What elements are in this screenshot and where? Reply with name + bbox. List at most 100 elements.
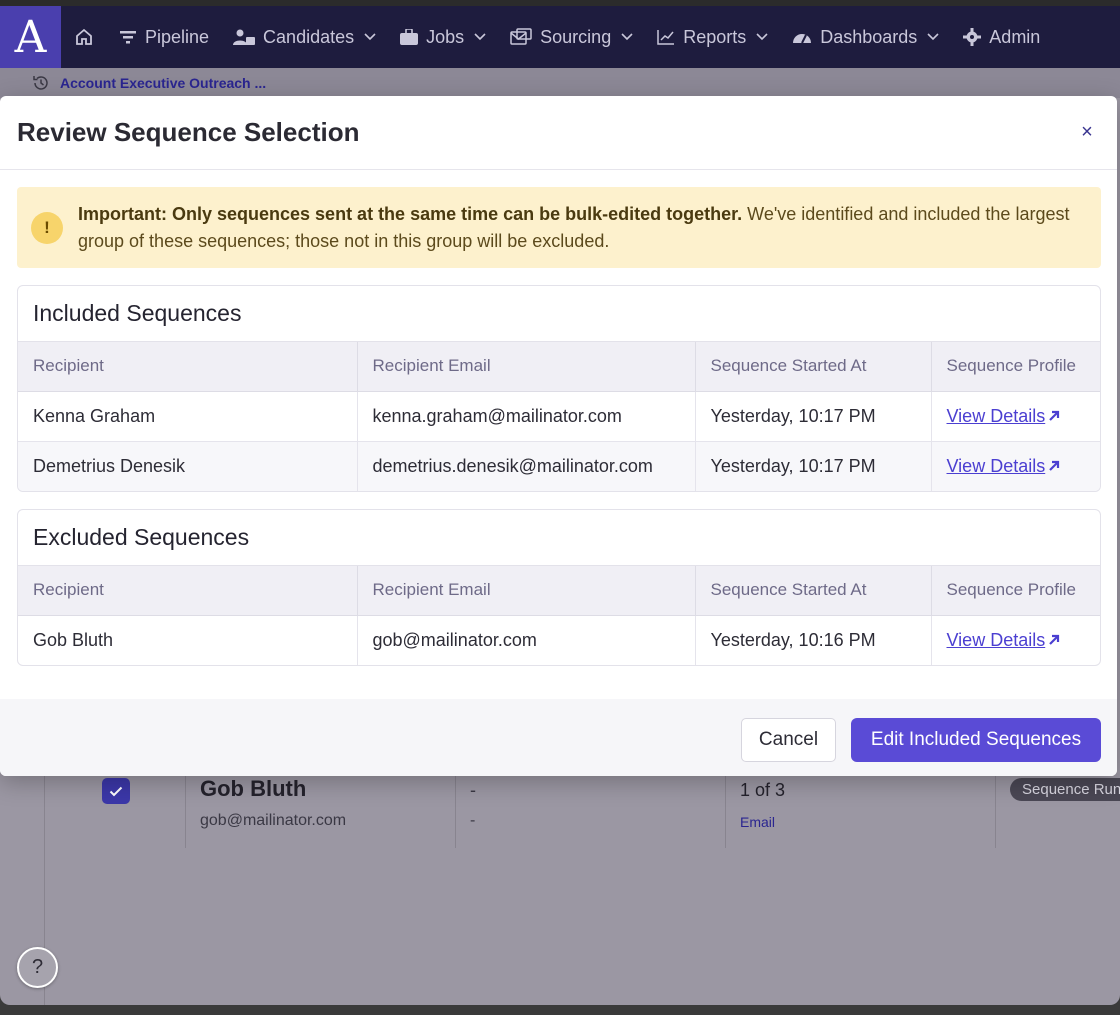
chevron-down-icon <box>621 33 633 41</box>
view-details-label: View Details <box>946 455 1046 476</box>
history-icon <box>33 76 48 90</box>
funnel-icon <box>120 31 136 44</box>
nav-home[interactable] <box>61 6 107 68</box>
column-header-started: Sequence Started At <box>695 566 932 616</box>
column-divider <box>455 770 456 848</box>
nav-sourcing[interactable]: Sourcing <box>498 6 645 68</box>
nav-reports-label: Reports <box>683 26 747 47</box>
close-icon[interactable]: × <box>1075 121 1099 144</box>
review-sequence-modal: Review Sequence Selection × ! Important:… <box>0 96 1117 776</box>
excluded-sequences-card: Excluded Sequences Recipient Recipient E… <box>17 509 1101 666</box>
background-recipient-name: Gob Bluth <box>200 776 307 801</box>
nav-dashboards-label: Dashboards <box>820 26 918 47</box>
home-icon <box>76 28 92 45</box>
profile-cell: View Details <box>931 391 1100 442</box>
nav-admin[interactable]: Admin <box>951 6 1052 68</box>
chevron-down-icon <box>474 33 486 41</box>
nav-pipeline-label: Pipeline <box>145 26 210 47</box>
top-navbar: A Pipeline Candidates Jobs Sourcing Repo… <box>0 6 1120 68</box>
view-details-link[interactable]: View Details <box>947 630 1062 651</box>
view-details-link[interactable]: View Details <box>947 406 1062 427</box>
column-header-profile: Sequence Profile <box>931 566 1100 616</box>
exclamation-icon: ! <box>31 211 63 244</box>
nav-sourcing-label: Sourcing <box>540 26 612 47</box>
nav-jobs[interactable]: Jobs <box>388 6 498 68</box>
nav-jobs-label: Jobs <box>426 26 465 47</box>
gauge-icon <box>793 34 812 44</box>
included-sequences-title: Included Sequences <box>18 286 1100 342</box>
table-header-row: Recipient Recipient Email Sequence Start… <box>18 566 1100 616</box>
breadcrumb-link[interactable]: Account Executive Outreach ... <box>60 75 266 91</box>
background-placeholder-value: - <box>470 812 476 829</box>
chevron-down-icon <box>364 33 376 41</box>
people-icon <box>233 29 256 45</box>
table-row: Demetrius Denesik demetrius.denesik@mail… <box>18 441 1100 491</box>
started-cell: Yesterday, 10:17 PM <box>695 391 932 442</box>
profile-cell: View Details <box>931 441 1100 491</box>
email-cell: kenna.graham@mailinator.com <box>357 391 696 442</box>
background-channel: Email <box>740 814 776 830</box>
started-cell: Yesterday, 10:17 PM <box>695 441 932 491</box>
profile-cell: View Details <box>931 615 1100 665</box>
column-header-email: Recipient Email <box>357 566 696 616</box>
sourcing-icon <box>510 28 532 45</box>
alert-message: Important: Only sequences sent at the sa… <box>78 201 1085 255</box>
column-header-started: Sequence Started At <box>695 342 932 392</box>
background-step-progress: 1 of 3 <box>740 780 786 800</box>
external-link-icon <box>1049 635 1060 646</box>
recipient-cell: Gob Bluth <box>18 615 358 665</box>
breadcrumb: Account Executive Outreach ... <box>0 68 1120 98</box>
view-details-label: View Details <box>946 405 1046 426</box>
column-header-recipient: Recipient <box>18 342 358 392</box>
column-divider <box>725 770 726 848</box>
included-sequences-card: Included Sequences Recipient Recipient E… <box>17 285 1101 492</box>
started-cell: Yesterday, 10:16 PM <box>695 615 932 665</box>
modal-footer: Cancel Edit Included Sequences <box>0 699 1117 776</box>
nav-reports[interactable]: Reports <box>645 6 780 68</box>
modal-title: Review Sequence Selection <box>17 117 360 147</box>
status-badge: Sequence Running <box>1010 778 1120 801</box>
column-divider <box>995 770 996 848</box>
view-details-label: View Details <box>946 629 1046 650</box>
chevron-down-icon <box>927 33 939 41</box>
gear-icon <box>963 28 982 46</box>
column-header-recipient: Recipient <box>18 566 358 616</box>
view-details-link[interactable]: View Details <box>947 456 1062 477</box>
warning-alert: ! Important: Only sequences sent at the … <box>17 187 1101 268</box>
nav-admin-label: Admin <box>989 26 1041 47</box>
background-table-row: Gob Bluth gob@mailinator.com - - 1 of 3 … <box>45 770 1120 848</box>
column-header-email: Recipient Email <box>357 342 696 392</box>
edit-included-sequences-button[interactable]: Edit Included Sequences <box>851 718 1101 762</box>
background-recipient-email: gob@mailinator.com <box>200 812 347 829</box>
check-icon <box>109 786 123 796</box>
nav-pipeline[interactable]: Pipeline <box>107 6 221 68</box>
app-logo[interactable]: A <box>0 6 61 68</box>
included-sequences-table: Recipient Recipient Email Sequence Start… <box>18 342 1100 491</box>
column-header-profile: Sequence Profile <box>931 342 1100 392</box>
recipient-cell: Kenna Graham <box>18 391 358 442</box>
table-row: Kenna Graham kenna.graham@mailinator.com… <box>18 391 1100 442</box>
nav-candidates-label: Candidates <box>263 26 355 47</box>
briefcase-icon <box>400 28 419 45</box>
alert-bold-text: Important: Only sequences sent at the sa… <box>78 203 743 224</box>
table-header-row: Recipient Recipient Email Sequence Start… <box>18 342 1100 392</box>
table-row: Gob Bluth gob@mailinator.com Yesterday, … <box>18 615 1100 665</box>
external-link-icon <box>1049 410 1060 421</box>
modal-header: Review Sequence Selection × <box>0 96 1117 170</box>
cancel-button[interactable]: Cancel <box>741 718 836 762</box>
recipient-cell: Demetrius Denesik <box>18 441 358 491</box>
email-cell: gob@mailinator.com <box>357 615 696 665</box>
help-button[interactable]: ? <box>17 947 58 988</box>
chart-icon <box>657 30 675 45</box>
external-link-icon <box>1049 461 1060 472</box>
column-divider <box>185 770 186 848</box>
background-sequence-list: Gob Bluth gob@mailinator.com - - 1 of 3 … <box>44 770 1120 1005</box>
chevron-down-icon <box>756 33 768 41</box>
background-placeholder-value: - <box>470 780 476 800</box>
nav-dashboards[interactable]: Dashboards <box>780 6 951 68</box>
excluded-sequences-table: Recipient Recipient Email Sequence Start… <box>18 566 1100 665</box>
nav-candidates[interactable]: Candidates <box>221 6 388 68</box>
excluded-sequences-title: Excluded Sequences <box>18 510 1100 566</box>
email-cell: demetrius.denesik@mailinator.com <box>357 441 696 491</box>
row-checkbox[interactable] <box>102 778 130 804</box>
